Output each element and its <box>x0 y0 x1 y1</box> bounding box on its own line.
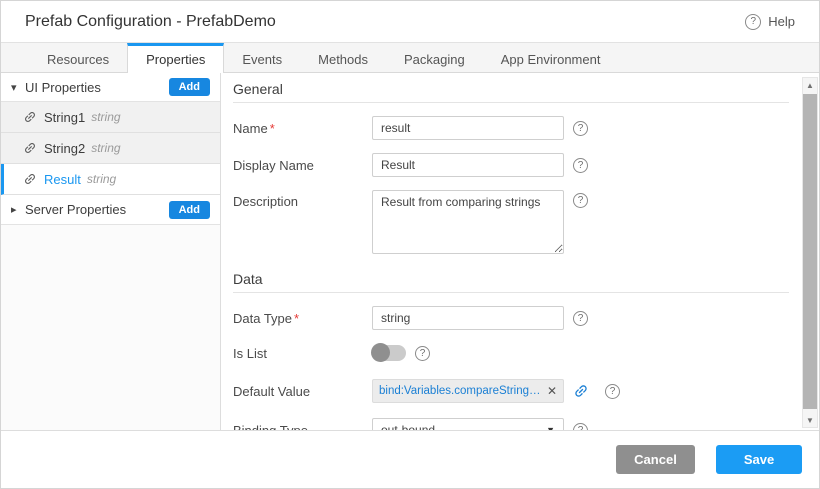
sidebar-item-string2[interactable]: String2 string <box>1 133 220 164</box>
field-row-data-type: Data Type* ? <box>233 306 789 330</box>
cancel-button[interactable]: Cancel <box>616 445 695 474</box>
field-row-display-name: Display Name ? <box>233 153 789 177</box>
help-label: Help <box>768 14 795 29</box>
properties-sidebar: ▾ UI Properties Add String1 string Strin… <box>1 73 221 430</box>
description-help-icon[interactable]: ? <box>573 193 588 208</box>
data-type-label: Data Type* <box>233 311 372 326</box>
help-icon: ? <box>745 14 761 30</box>
dialog-footer: Cancel Save <box>1 430 819 488</box>
property-type: string <box>87 172 116 186</box>
tab-bar: Resources Properties Events Methods Pack… <box>1 43 819 73</box>
add-server-property-button[interactable]: Add <box>169 201 210 219</box>
add-ui-property-button[interactable]: Add <box>169 78 210 96</box>
default-value-help-icon[interactable]: ? <box>605 384 620 399</box>
binding-type-select[interactable]: out-bound ▼ <box>372 418 564 430</box>
is-list-toggle[interactable] <box>372 345 406 361</box>
default-value-label: Default Value <box>233 384 372 399</box>
sidebar-group-ui-properties[interactable]: ▾ UI Properties Add <box>1 73 220 102</box>
is-list-label: Is List <box>233 346 372 361</box>
sidebar-item-result[interactable]: Result string <box>1 164 220 195</box>
tab-properties[interactable]: Properties <box>127 43 224 73</box>
name-help-icon[interactable]: ? <box>573 121 588 136</box>
save-button[interactable]: Save <box>716 445 802 474</box>
property-type: string <box>91 141 120 155</box>
toggle-knob <box>371 343 390 362</box>
display-name-help-icon[interactable]: ? <box>573 158 588 173</box>
property-name: Result <box>44 172 81 187</box>
name-field[interactable] <box>372 116 564 140</box>
tab-events[interactable]: Events <box>224 43 300 72</box>
field-row-binding-type: Binding Type out-bound ▼ ? <box>233 418 789 430</box>
link-icon <box>20 107 40 127</box>
field-row-default-value: Default Value bind:Variables.compareStri… <box>233 379 789 403</box>
page-title: Prefab Configuration - PrefabDemo <box>25 13 276 31</box>
chevron-right-icon: ▸ <box>11 203 25 216</box>
help-link[interactable]: ? Help <box>745 14 795 30</box>
bind-expression: bind:Variables.compareString.dataSet... <box>379 385 543 397</box>
data-type-field[interactable] <box>372 306 564 330</box>
tab-methods[interactable]: Methods <box>300 43 386 72</box>
dialog-header: Prefab Configuration - PrefabDemo ? Help <box>1 1 819 43</box>
dropdown-arrow-icon: ▼ <box>546 425 555 430</box>
prefab-configuration-dialog: Prefab Configuration - PrefabDemo ? Help… <box>0 0 820 489</box>
vertical-scrollbar[interactable]: ▲ ▼ <box>802 77 818 428</box>
section-title-general: General <box>233 81 789 103</box>
name-label: Name* <box>233 121 372 136</box>
link-icon <box>20 138 40 158</box>
property-type: string <box>91 110 120 124</box>
server-properties-label: Server Properties <box>25 202 126 217</box>
tab-resources[interactable]: Resources <box>29 43 127 72</box>
scrollbar-thumb[interactable] <box>803 94 817 409</box>
description-field[interactable]: Result from comparing strings <box>372 190 564 254</box>
chevron-down-icon: ▾ <box>11 81 25 94</box>
section-title-data: Data <box>233 271 789 293</box>
tab-packaging[interactable]: Packaging <box>386 43 483 72</box>
scroll-down-icon[interactable]: ▼ <box>803 413 817 427</box>
binding-type-help-icon[interactable]: ? <box>573 423 588 431</box>
default-value-field[interactable]: bind:Variables.compareString.dataSet... … <box>372 379 564 403</box>
required-asterisk: * <box>294 311 299 326</box>
sidebar-item-string1[interactable]: String1 string <box>1 102 220 133</box>
field-row-description: Description Result from comparing string… <box>233 190 789 254</box>
property-name: String2 <box>44 141 85 156</box>
property-form: General Name* ? Display Name ? Descripti <box>221 73 819 430</box>
dialog-body: ▾ UI Properties Add String1 string Strin… <box>1 73 819 430</box>
is-list-help-icon[interactable]: ? <box>415 346 430 361</box>
bind-link-icon[interactable] <box>570 380 593 403</box>
required-asterisk: * <box>270 121 275 136</box>
property-name: String1 <box>44 110 85 125</box>
display-name-field[interactable] <box>372 153 564 177</box>
binding-type-label: Binding Type <box>233 423 372 431</box>
field-row-name: Name* ? <box>233 116 789 140</box>
field-row-is-list: Is List ? <box>233 343 789 363</box>
description-label: Description <box>233 190 372 209</box>
data-type-help-icon[interactable]: ? <box>573 311 588 326</box>
clear-binding-icon[interactable]: ✕ <box>547 385 557 397</box>
ui-properties-label: UI Properties <box>25 80 101 95</box>
link-icon <box>20 169 40 189</box>
tab-app-environment[interactable]: App Environment <box>483 43 619 72</box>
binding-type-value: out-bound <box>381 423 546 430</box>
sidebar-group-server-properties[interactable]: ▸ Server Properties Add <box>1 195 220 225</box>
scroll-up-icon[interactable]: ▲ <box>803 78 817 92</box>
display-name-label: Display Name <box>233 158 372 173</box>
